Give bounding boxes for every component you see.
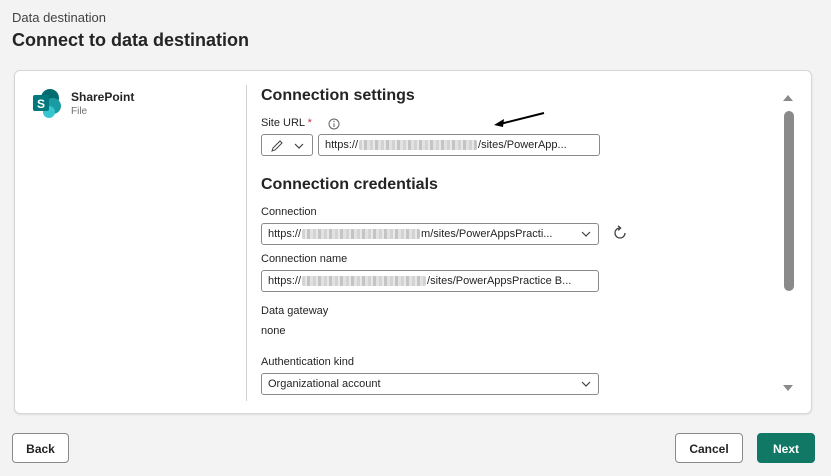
auth-kind-label: Authentication kind [261,356,354,368]
refresh-icon[interactable] [611,224,629,242]
auth-kind-select[interactable]: Organizational account [261,373,599,395]
edit-mode-dropdown[interactable] [261,134,313,156]
annotation-arrow-icon [494,112,545,127]
scroll-thumb[interactable] [784,111,794,291]
scroll-down-icon[interactable] [782,383,794,393]
scroll-up-icon[interactable] [782,93,794,103]
svg-text:S: S [37,97,45,111]
connection-label: Connection [261,206,317,218]
data-gateway-label: Data gateway [261,305,329,317]
connection-card: S SharePoint File Connection settings Si… [14,70,812,414]
required-marker: * [307,117,312,129]
page-title: Connect to data destination [12,30,250,50]
chevron-down-icon [581,231,591,237]
connection-settings-title: Connection settings [261,87,415,104]
back-button[interactable]: Back [12,433,69,463]
breadcrumb: Data destination [12,10,106,25]
chevron-down-icon [294,143,304,149]
data-gateway-value: none [261,325,286,337]
site-url-label: Site URL * [261,117,312,129]
redacted-text [302,276,427,287]
connector-type: File [71,106,88,117]
scrollbar[interactable] [781,93,795,393]
info-icon[interactable] [328,117,340,130]
connection-credentials-title: Connection credentials [261,176,438,193]
pencil-icon [271,140,283,152]
connection-name-label: Connection name [261,253,348,265]
chevron-down-icon [581,381,591,387]
connector-name: SharePoint [71,90,135,104]
connection-name-input[interactable]: https:///sites/PowerAppsPractice B... [261,270,599,292]
redacted-text [302,229,421,240]
cancel-button[interactable]: Cancel [675,433,743,463]
sharepoint-logo-icon: S [31,87,63,119]
connector-summary: S SharePoint File [31,87,134,119]
connection-select[interactable]: https://m/sites/PowerAppsPracti... [261,223,599,245]
redacted-text [359,140,478,151]
vertical-divider [246,85,247,401]
next-button[interactable]: Next [757,433,815,463]
site-url-input[interactable]: https:///sites/PowerApp... [318,134,600,156]
